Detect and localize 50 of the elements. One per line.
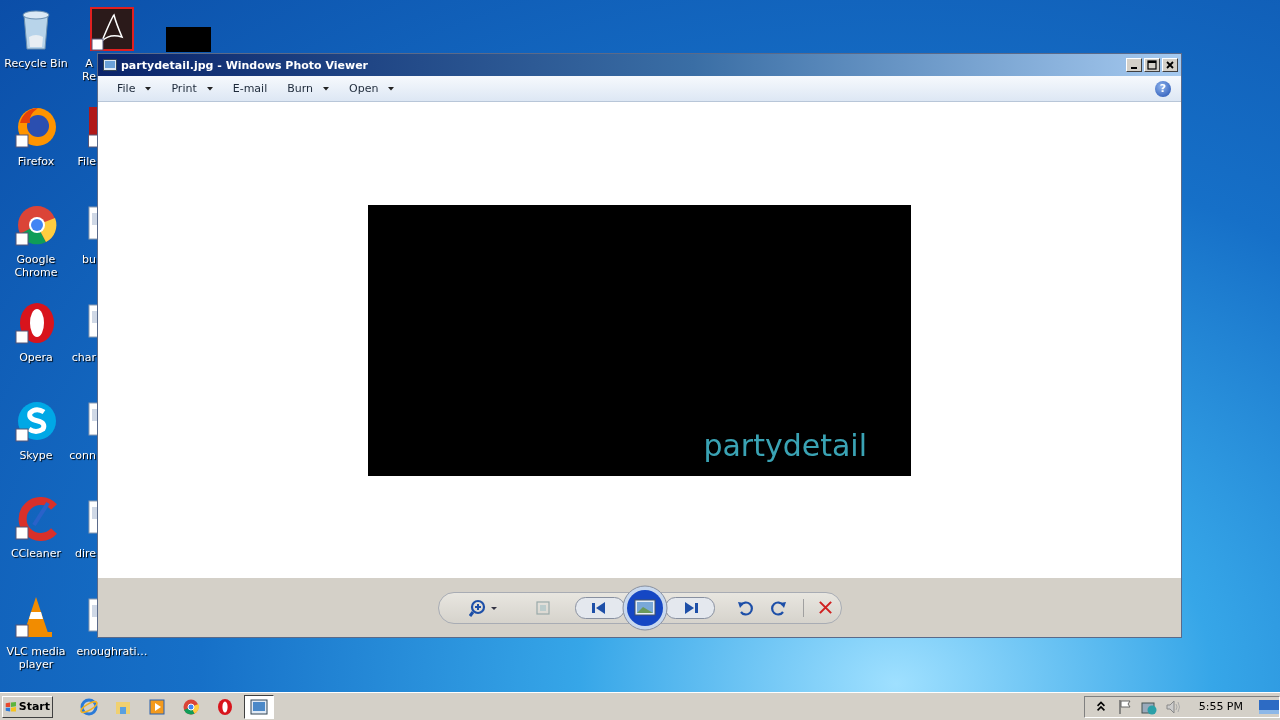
slideshow-button[interactable] <box>621 584 668 631</box>
menu-item[interactable]: Print <box>162 80 222 97</box>
flag-icon[interactable] <box>1116 698 1133 715</box>
menu-item[interactable]: Burn <box>278 80 339 97</box>
ccleaner-icon[interactable] <box>14 497 58 541</box>
icon-label[interactable]: VLC media player <box>0 645 72 671</box>
clock[interactable]: 5:55 PM <box>1198 700 1243 713</box>
caret-icon[interactable] <box>388 86 395 91</box>
icon-label[interactable]: char <box>71 351 96 364</box>
menu-item[interactable]: E-mail <box>223 80 277 97</box>
media-player-icon[interactable] <box>148 697 166 716</box>
menu-item[interactable]: File <box>108 80 161 97</box>
show-desktop-icon[interactable] <box>1259 699 1279 714</box>
icon-label[interactable]: conn <box>69 449 96 462</box>
icon-label[interactable]: Skype <box>19 449 53 462</box>
icon-label[interactable]: File <box>77 155 96 168</box>
start-button[interactable]: Start <box>2 695 53 718</box>
photo-viewer-icon <box>103 59 117 71</box>
logo-icon[interactable] <box>5 699 17 714</box>
zoom-icon[interactable] <box>468 598 499 617</box>
next-button[interactable] <box>664 596 715 619</box>
delete-icon[interactable] <box>817 600 833 615</box>
chrome-icon[interactable] <box>182 697 200 716</box>
icon-label[interactable]: bu <box>82 253 96 266</box>
chrome-icon[interactable] <box>14 203 58 247</box>
taskbar-button[interactable] <box>244 694 274 719</box>
internet-explorer-icon[interactable] <box>80 697 98 716</box>
previous-button[interactable] <box>574 596 625 619</box>
icon-label[interactable]: A Re <box>82 57 96 83</box>
rotate-right-icon[interactable] <box>770 599 787 616</box>
icon-label[interactable]: enoughrati… <box>76 645 148 658</box>
icon-label[interactable]: Recycle Bin <box>4 57 68 70</box>
icon-label[interactable]: CCleaner <box>10 547 62 560</box>
opera-icon[interactable] <box>216 697 234 716</box>
skype-icon[interactable] <box>14 399 58 443</box>
menu-item[interactable]: Open <box>340 80 404 97</box>
caret-icon[interactable] <box>323 86 330 91</box>
icon-label[interactable]: Opera <box>19 351 53 364</box>
icon-label[interactable]: dire <box>74 547 96 560</box>
icon-label[interactable]: Google Chrome <box>0 253 72 279</box>
caret-icon[interactable] <box>206 86 213 91</box>
firefox-icon[interactable] <box>14 105 58 149</box>
photo-viewer-icon[interactable] <box>250 697 268 716</box>
rotate-left-icon[interactable] <box>736 599 753 616</box>
window-title: partydetail.jpg - Windows Photo Viewer <box>121 58 369 72</box>
acrobat-icon[interactable] <box>90 7 134 51</box>
icon-label[interactable]: Firefox <box>17 155 55 168</box>
caret-icon[interactable] <box>145 86 152 91</box>
thumbnail-icon[interactable] <box>165 27 211 52</box>
image-caption: partydetail <box>703 427 867 464</box>
